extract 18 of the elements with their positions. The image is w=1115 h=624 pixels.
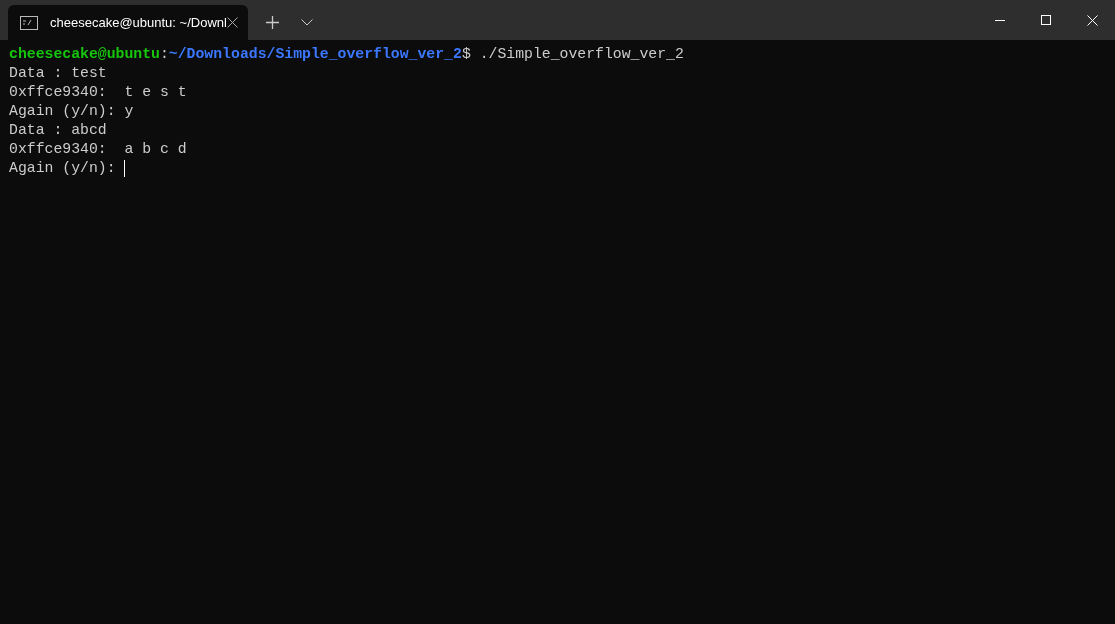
- output-line: 0xffce9340: t e s t: [9, 83, 187, 102]
- output-line: Data : test: [9, 64, 107, 83]
- close-icon[interactable]: [227, 17, 238, 28]
- command-text: $ ./Simple_overflow_ver_2: [461, 45, 684, 64]
- output-line: Again (y/n):: [9, 159, 117, 178]
- prompt-separator: :: [159, 45, 169, 64]
- output-line: Again (y/n): y: [9, 102, 134, 121]
- dropdown-chevron-icon[interactable]: [301, 19, 313, 26]
- terminal-tab[interactable]: cheesecake@ubuntu: ~/Downl: [8, 5, 248, 40]
- terminal-icon: [20, 15, 38, 30]
- prompt-path: ~/Downloads/Simple_overflow_ver_2: [168, 45, 462, 64]
- tab-title: cheesecake@ubuntu: ~/Downl: [50, 13, 227, 32]
- prompt-user-host: cheesecake@ubuntu: [9, 45, 160, 64]
- output-line: 0xffce9340: a b c d: [9, 140, 187, 159]
- new-tab-icon[interactable]: [266, 16, 279, 29]
- minimize-icon[interactable]: [995, 19, 1005, 21]
- output-line: Data : abcd: [9, 121, 107, 140]
- maximize-icon[interactable]: [1041, 15, 1051, 25]
